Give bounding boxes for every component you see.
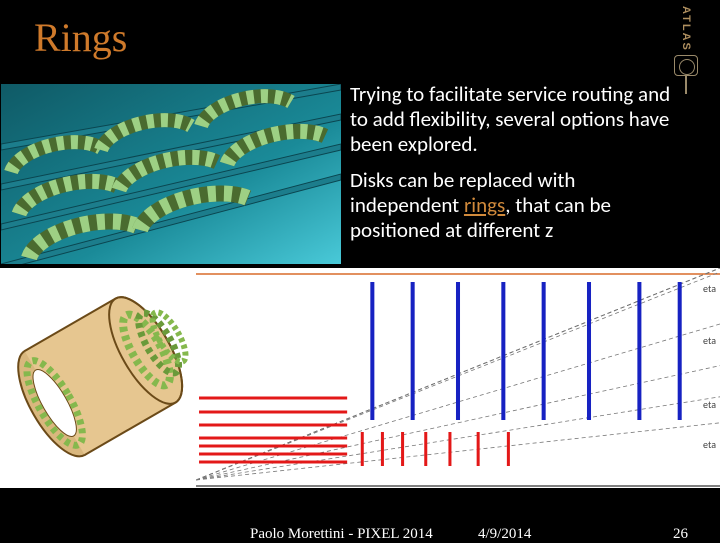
eta-label: eta [703,438,716,451]
footer-page-number: 26 [673,526,688,543]
lower-row: eta eta eta eta [0,268,720,488]
footer-author: Paolo Morettini ‐ PIXEL 2014 [250,526,433,543]
slide-title: Rings [34,14,127,61]
eta-label: eta [703,398,716,411]
rings-render-top [0,82,342,266]
layout-chart: eta eta eta eta [196,268,720,488]
upper-row: Trying to facilitate service routing and… [0,82,720,266]
footer-date: 4/9/2014 [478,526,531,543]
paragraph-1: Trying to facilitate service routing and… [350,82,688,158]
eta-label: eta [703,334,716,347]
detector-render-bottom [0,268,196,488]
atlas-detector-icon [674,55,698,76]
atlas-logo-text: ATLAS [680,6,692,52]
paragraph-2: Disks can be replaced with independent r… [350,168,688,244]
eta-label: eta [703,282,716,295]
body-text: Trying to facilitate service routing and… [342,82,700,266]
rings-link-word: rings [464,192,505,218]
atlas-logo: ATLAS [668,6,704,76]
